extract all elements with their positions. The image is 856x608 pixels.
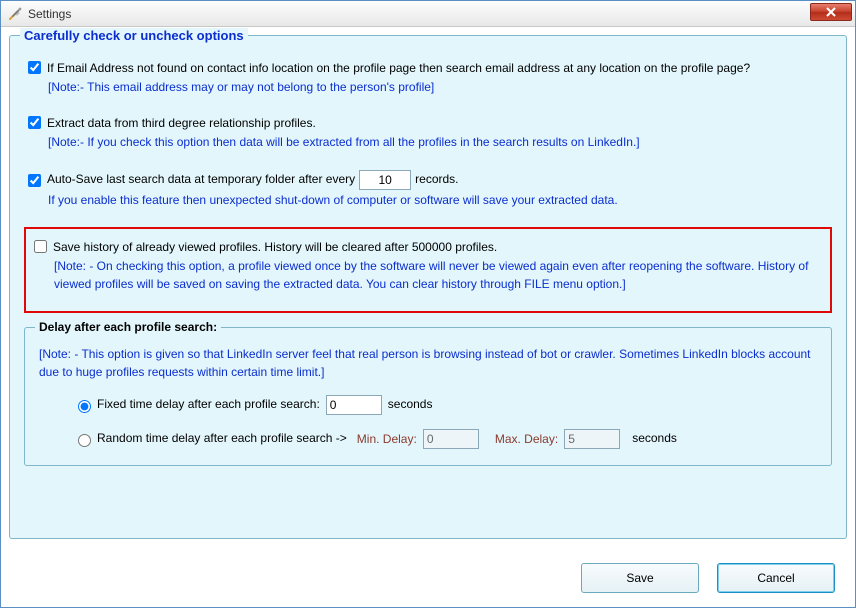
titlebar: Settings — [1, 1, 855, 27]
delay-note: [Note: - This option is given so that Li… — [39, 346, 817, 381]
label-fixed-delay[interactable]: Fixed time delay after each profile sear… — [97, 396, 320, 413]
radio-row-random: Random time delay after each profile sea… — [73, 429, 817, 449]
checkbox-save-history[interactable] — [34, 240, 47, 253]
label-random-delay[interactable]: Random time delay after each profile sea… — [97, 430, 347, 447]
window-title: Settings — [28, 7, 71, 21]
label-autosave-after: records. — [415, 171, 458, 188]
delay-fieldset: Delay after each profile search: [Note: … — [24, 327, 832, 466]
cancel-button[interactable]: Cancel — [717, 563, 835, 593]
label-save-history[interactable]: Save history of already viewed profiles.… — [53, 239, 497, 256]
close-button[interactable] — [810, 3, 852, 21]
highlighted-option-box: Save history of already viewed profiles.… — [24, 227, 832, 313]
option-third-degree: Extract data from third degree relations… — [28, 115, 828, 152]
note-save-history: [Note: - On checking this option, a prof… — [54, 258, 824, 293]
option-email-search: If Email Address not found on contact in… — [28, 60, 828, 97]
save-button[interactable]: Save — [581, 563, 699, 593]
settings-window: Settings Carefully check or uncheck opti… — [0, 0, 856, 608]
checkbox-autosave[interactable] — [28, 174, 41, 187]
unit-random-delay: seconds — [632, 430, 677, 447]
settings-icon — [7, 6, 23, 22]
radio-fixed-delay[interactable] — [78, 400, 91, 413]
label-min-delay: Min. Delay: — [357, 432, 417, 446]
note-autosave: If you enable this feature then unexpect… — [48, 192, 828, 209]
input-max-delay[interactable] — [564, 429, 620, 449]
radio-row-fixed: Fixed time delay after each profile sear… — [73, 395, 817, 415]
checkbox-email-search[interactable] — [28, 61, 41, 74]
option-save-history: Save history of already viewed profiles.… — [34, 239, 824, 293]
input-autosave-records[interactable] — [359, 170, 411, 190]
input-min-delay[interactable] — [423, 429, 479, 449]
label-email-search[interactable]: If Email Address not found on contact in… — [47, 60, 750, 77]
content-area: Carefully check or uncheck options If Em… — [1, 27, 855, 607]
options-group: Carefully check or uncheck options If Em… — [9, 35, 847, 539]
unit-fixed-delay: seconds — [388, 396, 433, 413]
options-legend: Carefully check or uncheck options — [20, 28, 248, 43]
label-third-degree[interactable]: Extract data from third degree relations… — [47, 115, 316, 132]
delay-legend: Delay after each profile search: — [35, 320, 221, 334]
label-max-delay: Max. Delay: — [495, 432, 558, 446]
checkbox-third-degree[interactable] — [28, 116, 41, 129]
radio-random-delay[interactable] — [78, 434, 91, 447]
note-email-search: [Note:- This email address may or may no… — [48, 79, 828, 96]
input-fixed-delay[interactable] — [326, 395, 382, 415]
label-autosave-before[interactable]: Auto-Save last search data at temporary … — [47, 171, 355, 188]
note-third-degree: [Note:- If you check this option then da… — [48, 134, 828, 151]
close-icon — [825, 7, 837, 17]
button-row: Save Cancel — [581, 563, 835, 593]
option-autosave: Auto-Save last search data at temporary … — [28, 170, 828, 209]
